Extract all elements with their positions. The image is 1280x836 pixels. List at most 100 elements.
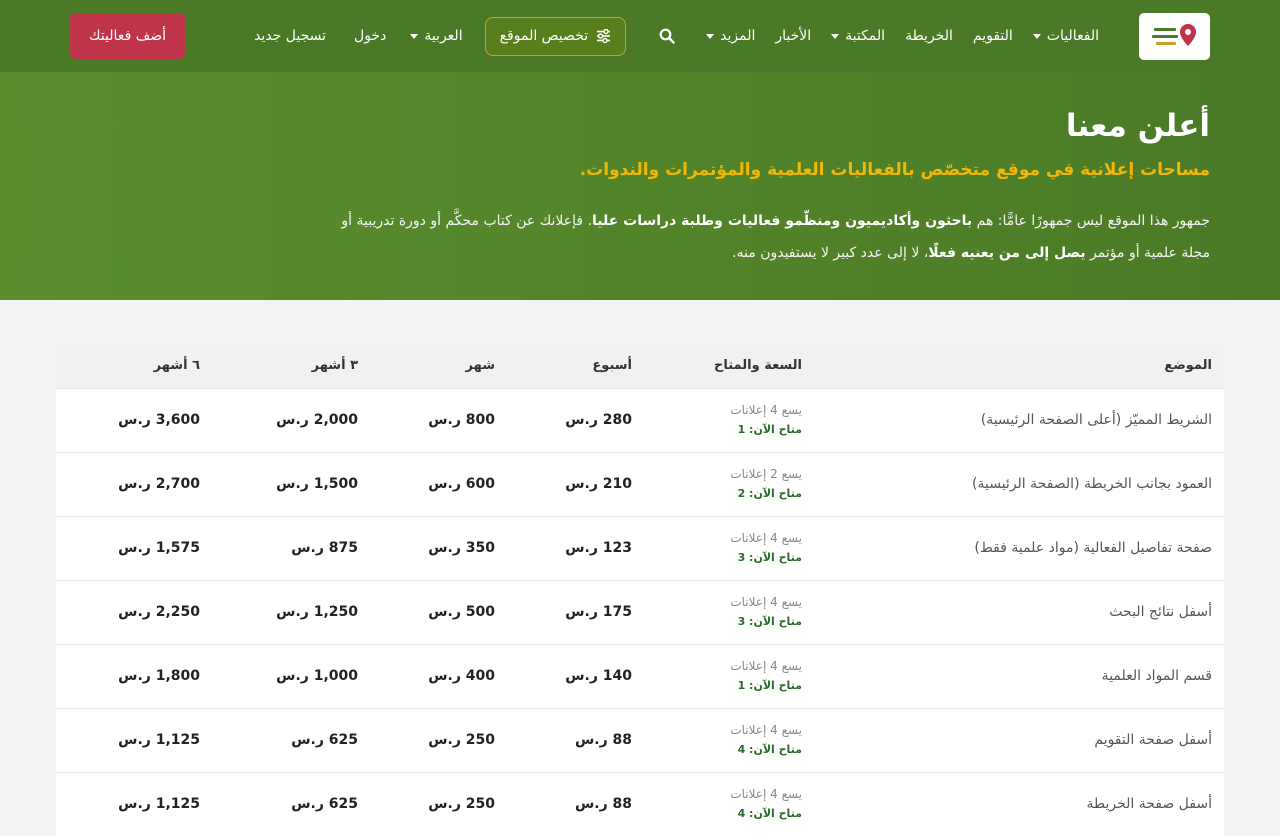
hero-desc-text-1: جمهور هذا الموقع ليس جمهورًا عامًّا: هم xyxy=(972,213,1210,229)
customize-site-button[interactable]: تخصيص الموقع xyxy=(484,16,627,56)
nav-item-label: المكتبة xyxy=(845,28,886,44)
register-link[interactable]: تسجيل جديد xyxy=(240,16,340,56)
cell-three-months: 875 ر.س xyxy=(291,540,358,556)
cell-month: 350 ر.س xyxy=(428,540,495,556)
login-link[interactable]: دخول xyxy=(340,16,400,56)
language-label: العربية xyxy=(424,28,463,44)
cell-place: الشريط المميّز (أعلى الصفحة الرئيسية) xyxy=(980,412,1212,428)
table-row: أسفل صفحة الخريطة يسع 4 إعلانات متاح الآن… xyxy=(56,772,1224,836)
nav-links: الفعاليات التقويم الخريطة المكتبة الأخبا… xyxy=(240,0,1109,72)
nav-item-library[interactable]: المكتبة xyxy=(821,16,895,56)
cell-six-months: 3,600 ر.س xyxy=(118,412,200,428)
chevron-down-icon xyxy=(706,33,715,39)
cell-month: 500 ر.س xyxy=(428,604,495,620)
nav-item-map[interactable]: الخريطة xyxy=(895,16,963,56)
nav-item-label: المزيد xyxy=(720,28,756,44)
cell-capacity: يسع 4 إعلانات متاح الآن: 4 xyxy=(644,772,814,836)
cell-three-months: 1,250 ر.س xyxy=(276,604,358,620)
cell-week: 88 ر.س xyxy=(574,796,632,813)
top-navbar: الفعاليات التقويم الخريطة المكتبة الأخبا… xyxy=(0,0,1280,72)
cell-six-months: 2,250 ر.س xyxy=(118,604,200,620)
cell-six-months: 1,800 ر.س xyxy=(118,668,200,684)
capacity-text: يسع 4 إعلانات xyxy=(730,595,802,609)
login-label: دخول xyxy=(354,28,387,44)
cell-capacity: يسع 4 إعلانات متاح الآن: 1 xyxy=(644,644,814,708)
table-row: أسفل صفحة التقويم يسع 4 إعلانات متاح الآن… xyxy=(56,708,1224,772)
available-text: متاح الآن: 4 xyxy=(737,807,802,821)
nav-item-label: الخريطة xyxy=(905,28,953,44)
navbar-inner: الفعاليات التقويم الخريطة المكتبة الأخبا… xyxy=(70,0,1210,72)
available-text: متاح الآن: 3 xyxy=(737,551,802,564)
nav-item-label: الأخبار xyxy=(775,28,812,44)
cell-three-months: 625 ر.س xyxy=(291,732,358,748)
header-week: أسبوع xyxy=(592,357,632,373)
ad-pricing-table: الموضع السعة والمتاح أسبوع شهر ٣ أشهر ٦ … xyxy=(56,343,1224,836)
cell-week: 210 ر.س xyxy=(565,476,632,492)
available-text: متاح الآن: 2 xyxy=(737,487,802,500)
available-text: متاح الآن: 4 xyxy=(737,743,802,756)
logo-pin-icon xyxy=(1151,24,1196,46)
hero-section: أعلن معنا مساحات إعلانية في موقع متخصّص … xyxy=(0,72,1280,300)
add-event-button[interactable]: أضف فعاليتك xyxy=(70,13,185,59)
nav-item-more[interactable]: المزيد xyxy=(696,16,765,56)
cell-six-months: 1,125 ر.س xyxy=(118,796,200,813)
hero-desc-bold-2: يصل إلى من يعنيه فعلًا xyxy=(928,245,1086,261)
cell-three-months: 1,500 ر.س xyxy=(276,476,358,492)
table-row: صفحة تفاصيل الفعالية (مواد علمية فقط) يس… xyxy=(56,516,1224,580)
register-label: تسجيل جديد xyxy=(254,28,327,44)
hero-desc-text-3: ، لا إلى عدد كبير لا يستفيدون منه. xyxy=(732,245,929,261)
cell-six-months: 1,125 ر.س xyxy=(118,732,200,748)
cell-capacity: يسع 4 إعلانات متاح الآن: 4 xyxy=(644,708,814,772)
capacity-text: يسع 4 إعلانات xyxy=(730,659,802,673)
cell-three-months: 1,000 ر.س xyxy=(276,668,358,684)
customize-site-label: تخصيص الموقع xyxy=(499,28,589,44)
table-row: الشريط المميّز (أعلى الصفحة الرئيسية) يس… xyxy=(56,388,1224,452)
available-text: متاح الآن: 1 xyxy=(737,423,802,436)
cell-capacity: يسع 4 إعلانات متاح الآن: 1 xyxy=(644,388,814,452)
nav-item-label: الفعاليات xyxy=(1046,28,1099,44)
cell-capacity: يسع 2 إعلانات متاح الآن: 2 xyxy=(644,452,814,516)
cell-six-months: 2,700 ر.س xyxy=(118,476,200,492)
cell-place: أسفل صفحة التقويم xyxy=(1094,732,1212,748)
chevron-down-icon xyxy=(831,33,840,39)
search-button[interactable] xyxy=(648,17,686,55)
cell-month: 250 ر.س xyxy=(428,796,495,813)
hero-desc-bold-1: باحثون وأكاديميون ومنظّمو فعاليات وطلبة … xyxy=(592,213,973,229)
cell-capacity: يسع 4 إعلانات متاح الآن: 3 xyxy=(644,580,814,644)
table-row: العمود بجانب الخريطة (الصفحة الرئيسية) ي… xyxy=(56,452,1224,516)
capacity-text: يسع 4 إعلانات xyxy=(730,403,802,417)
capacity-text: يسع 4 إعلانات xyxy=(730,787,802,802)
cell-three-months: 625 ر.س xyxy=(291,796,358,813)
available-text: متاح الآن: 1 xyxy=(737,679,802,692)
site-logo[interactable] xyxy=(1139,12,1210,60)
cell-month: 400 ر.س xyxy=(428,668,495,684)
search-icon xyxy=(659,28,675,44)
sliders-icon xyxy=(597,29,611,43)
nav-item-events[interactable]: الفعاليات xyxy=(1023,16,1109,56)
chevron-down-icon xyxy=(1032,33,1041,39)
chevron-down-icon xyxy=(410,33,419,39)
hero-subtitle: مساحات إعلانية في موقع متخصّص بالفعاليات… xyxy=(579,160,1210,180)
cell-place: قسم المواد العلمية xyxy=(1101,668,1212,684)
pricing-table: الموضع السعة والمتاح أسبوع شهر ٣ أشهر ٦ … xyxy=(56,343,1224,836)
header-three-months: ٣ أشهر xyxy=(311,357,358,373)
nav-item-news[interactable]: الأخبار xyxy=(765,16,821,56)
language-selector[interactable]: العربية xyxy=(400,16,472,56)
available-text: متاح الآن: 3 xyxy=(737,615,802,628)
cell-three-months: 2,000 ر.س xyxy=(276,412,358,428)
table-row: أسفل نتائج البحث يسع 4 إعلانات متاح الآن:… xyxy=(56,580,1224,644)
table-header: الموضع السعة والمتاح أسبوع شهر ٣ أشهر ٦ … xyxy=(56,343,1224,388)
nav-item-label: التقويم xyxy=(972,28,1013,44)
header-capacity: السعة والمتاح xyxy=(713,357,802,373)
header-month: شهر xyxy=(465,357,495,373)
nav-item-calendar[interactable]: التقويم xyxy=(963,16,1023,56)
cell-capacity: يسع 4 إعلانات متاح الآن: 3 xyxy=(644,516,814,580)
table-header-row: الموضع السعة والمتاح أسبوع شهر ٣ أشهر ٦ … xyxy=(56,343,1224,388)
capacity-text: يسع 4 إعلانات xyxy=(730,531,802,545)
hero-description: جمهور هذا الموقع ليس جمهورًا عامًّا: هم … xyxy=(320,205,1210,269)
cell-week: 123 ر.س xyxy=(565,540,632,556)
header-six-months: ٦ أشهر xyxy=(153,357,200,373)
cell-place: أسفل صفحة الخريطة xyxy=(1086,796,1212,813)
cell-place: العمود بجانب الخريطة (الصفحة الرئيسية) xyxy=(972,476,1212,492)
cell-month: 250 ر.س xyxy=(428,732,495,748)
